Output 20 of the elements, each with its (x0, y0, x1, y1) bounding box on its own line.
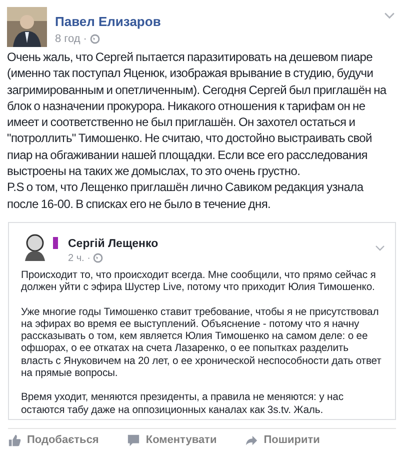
share-arrow-icon (244, 434, 258, 447)
comment-button[interactable]: Коментувати (126, 434, 217, 447)
author-name: Сергій Лещенко (68, 238, 158, 250)
avatar[interactable] (7, 7, 47, 47)
like-button[interactable]: Подобається (8, 434, 99, 447)
post-text: P.S о том, что Лещенко приглашён лично Савиком редакция узнала после 16-00. В списках его не было в течение дня. (7, 179, 364, 212)
author-name[interactable]: Павел Елизаров (55, 14, 161, 29)
post-time: 2 ч. · (68, 252, 90, 264)
post-text: Происходит то, что происходит всегда. Мне сообщили, что прямо сейчас я должен уйти с эфира Шустер Live, потому что приходит Юлия Тимошенко. (21, 270, 377, 295)
globe-icon (90, 34, 100, 44)
post-time[interactable]: 8 год · (55, 33, 87, 45)
chevron-icon (375, 244, 385, 251)
globe-icon (93, 253, 104, 264)
post-text: Очень жаль, что Сергей пытается паразитировать на дешевом пиаре (именно так поступал Яценюк, изображая врывание в студию, будучи загримированным и опетличенным). Сегодня Сергей был приглашён на блок о назначении прокурора. Никакого отношения к тарифам он не имеет и соответственно не был приглашён. Он захотел остаться и "потроллить" Тимошенко. Не считаю, что достойно выстраивать свой пиар на обгаживании нашей площадки. Если все его расследования выстроены на таких же домыслах, то это очень грустно. (7, 49, 388, 180)
post-text: Время уходит, меняются президенты, а правила не меняются: у нас остаются табу даже на оппозиционных каналах как 3s.tv. Жаль. (21, 392, 344, 417)
share-button[interactable]: Поширити (244, 434, 320, 447)
flag-icon (53, 236, 58, 249)
thumbs-up-icon (8, 434, 21, 447)
post-text: Уже многие годы Тимошенко ставит требование, чтобы я не присутствовал на эфирах во время ее выступлений. Объяснение - потому что я начну рассказывать о том, кем является Юлия Тимошенко на самом деле: о ее офшорах, о ее откатах на счета Лазаренко, о ее попытках разделить власть с Януковичем на 20 лет, о ее хронической неспособности дать ответ на прямые вопросы. (21, 306, 382, 380)
speech-bubble-icon (126, 434, 140, 447)
